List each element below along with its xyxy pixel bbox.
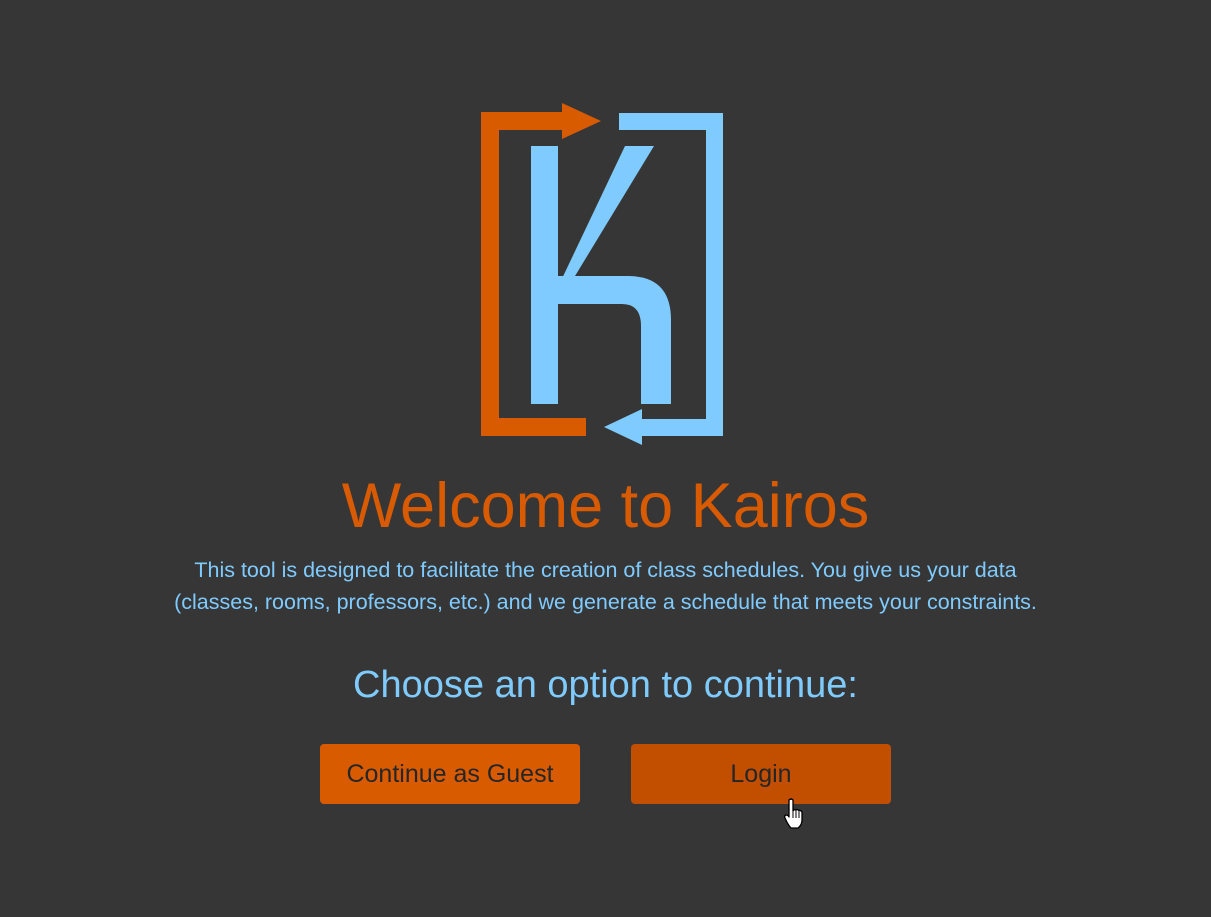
hand-pointer-cursor-icon	[784, 798, 803, 829]
page-title: Welcome to Kairos	[341, 471, 870, 541]
description-line-2: (classes, rooms, professors, etc.) and w…	[174, 590, 1037, 614]
options-prompt: Choose an option to continue:	[353, 664, 858, 706]
description-line-1: This tool is designed to facilitate the …	[194, 558, 1017, 582]
continue-as-guest-button[interactable]: Continue as Guest	[320, 744, 580, 804]
welcome-page: Welcome to Kairos This tool is designed …	[0, 0, 1211, 917]
intro-description: This tool is designed to facilitate the …	[0, 554, 1211, 618]
login-button[interactable]: Login	[631, 744, 891, 804]
kairos-logo-icon	[481, 103, 723, 445]
